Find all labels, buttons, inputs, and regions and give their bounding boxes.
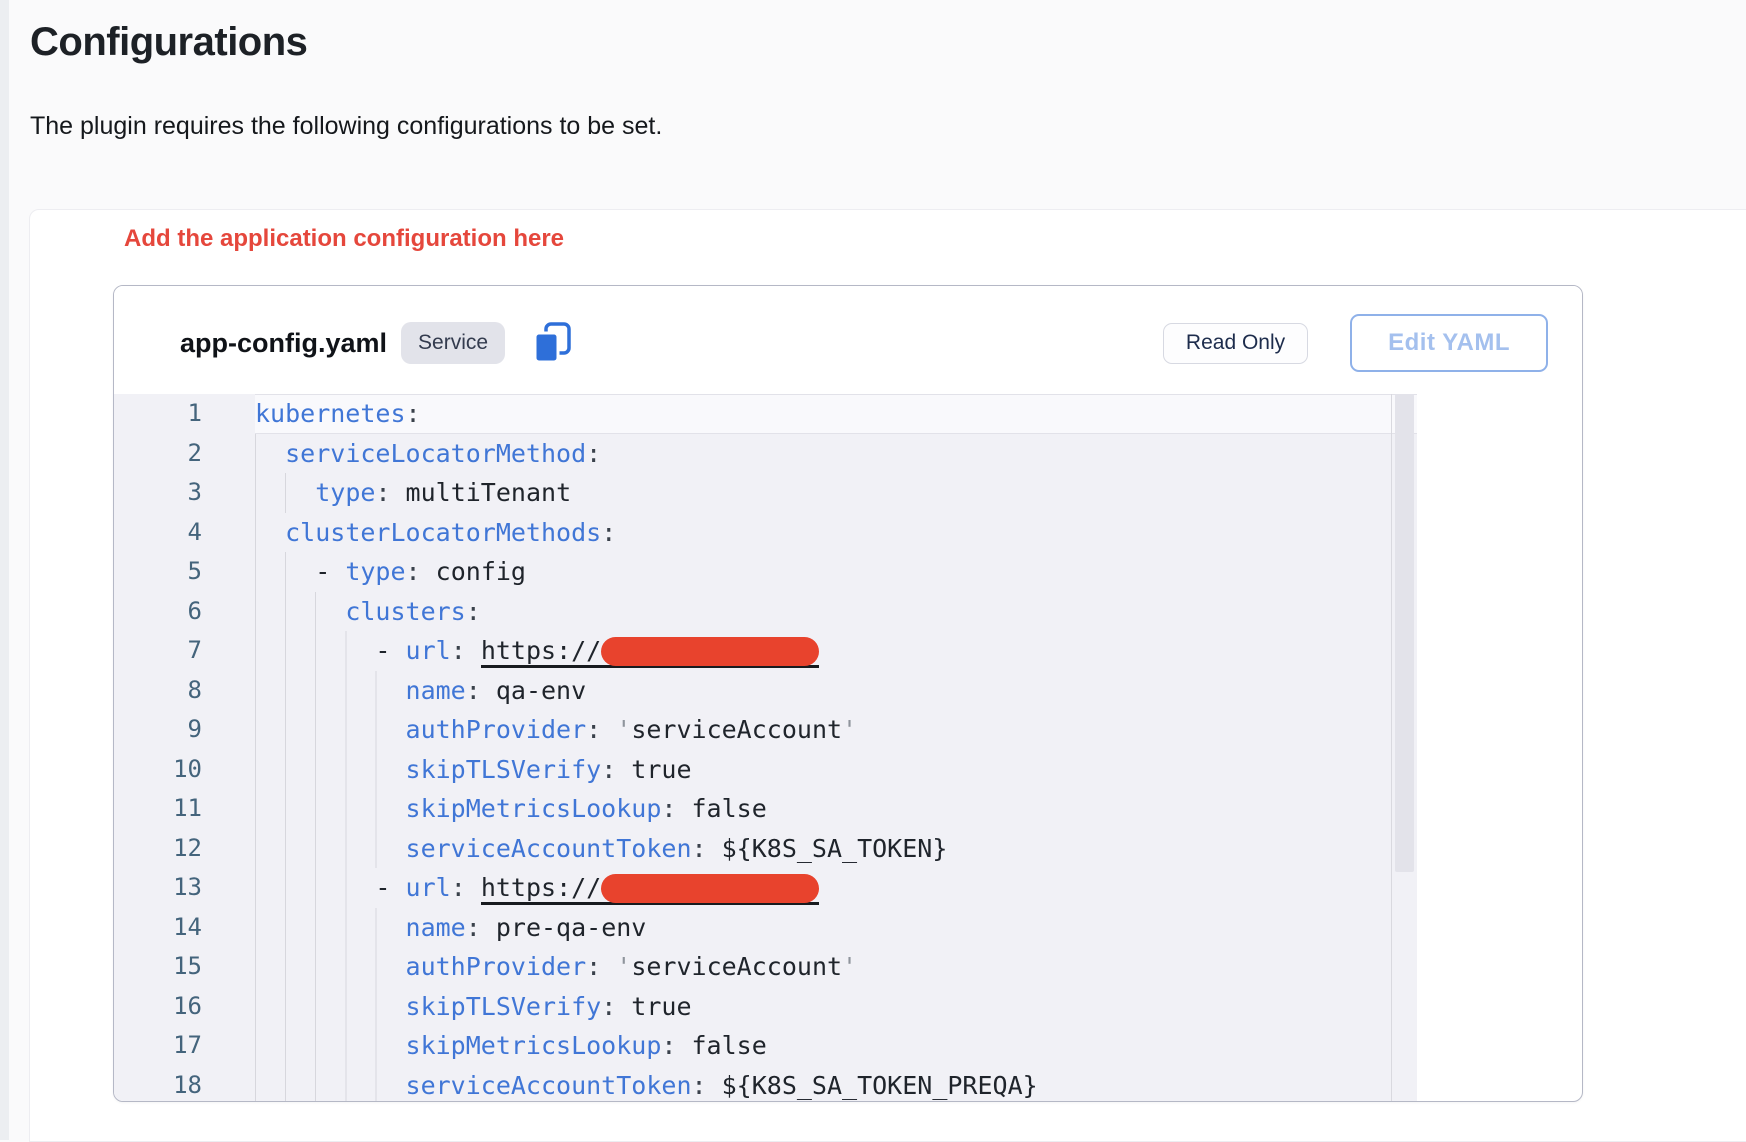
code-line-content: skipTLSVerify: true — [255, 750, 1417, 790]
code-line-content: name: pre-qa-env — [255, 908, 1417, 948]
filename-label: app-config.yaml — [180, 328, 387, 359]
yaml-editor-card: app-config.yaml Service Read Only Edit Y… — [113, 285, 1583, 1102]
code-line-content: serviceLocatorMethod: — [255, 434, 1417, 474]
code-line-content: kubernetes: — [255, 394, 1417, 434]
code-line-content: - url: https:// — [255, 868, 1417, 908]
code-line: 5 - type: config — [114, 552, 1417, 592]
copy-icon-glyph — [533, 321, 573, 365]
code-line: 12 serviceAccountToken: ${K8S_SA_TOKEN} — [114, 829, 1417, 869]
read-only-button[interactable]: Read Only — [1163, 323, 1308, 364]
line-number: 6 — [114, 592, 255, 632]
code-line: 15 authProvider: 'serviceAccount' — [114, 947, 1417, 987]
code-line-content: skipMetricsLookup: false — [255, 1026, 1417, 1066]
yaml-code-viewer[interactable]: 1kubernetes:2 serviceLocatorMethod:3 typ… — [114, 394, 1417, 1101]
code-line: 18 serviceAccountToken: ${K8S_SA_TOKEN_P… — [114, 1066, 1417, 1102]
line-number: 7 — [114, 631, 255, 671]
line-number: 5 — [114, 552, 255, 592]
code-line-content: type: multiTenant — [255, 473, 1417, 513]
code-line-content: - url: https:// — [255, 631, 1417, 671]
yaml-editor-header: app-config.yaml Service Read Only Edit Y… — [114, 286, 1582, 394]
code-line: 7 - url: https:// — [114, 631, 1417, 671]
code-line: 13 - url: https:// — [114, 868, 1417, 908]
code-line: 1kubernetes: — [114, 394, 1417, 434]
line-number: 14 — [114, 908, 255, 948]
code-line: 10 skipTLSVerify: true — [114, 750, 1417, 790]
service-badge: Service — [401, 322, 505, 364]
code-line: 8 name: qa-env — [114, 671, 1417, 711]
line-number: 18 — [114, 1066, 255, 1102]
code-line-content: clusterLocatorMethods: — [255, 513, 1417, 553]
code-line-content: skipTLSVerify: true — [255, 987, 1417, 1027]
code-line: 11 skipMetricsLookup: false — [114, 789, 1417, 829]
line-number: 9 — [114, 710, 255, 750]
editor-scrollbar-thumb[interactable] — [1395, 394, 1414, 872]
cluster-url-link: https:// — [481, 873, 820, 905]
code-line-content: clusters: — [255, 592, 1417, 632]
code-line-content: serviceAccountToken: ${K8S_SA_TOKEN} — [255, 829, 1417, 869]
redacted-url — [601, 874, 819, 903]
code-line: 2 serviceLocatorMethod: — [114, 434, 1417, 474]
page-subtitle: The plugin requires the following config… — [30, 112, 662, 141]
editor-scrollbar-track[interactable] — [1391, 394, 1417, 1101]
line-number: 13 — [114, 868, 255, 908]
code-line: 3 type: multiTenant — [114, 473, 1417, 513]
cluster-url-link: https:// — [481, 636, 820, 668]
copy-icon[interactable] — [531, 320, 575, 366]
code-line: 16 skipTLSVerify: true — [114, 987, 1417, 1027]
code-line: 14 name: pre-qa-env — [114, 908, 1417, 948]
code-line: 6 clusters: — [114, 592, 1417, 632]
code-line-content: serviceAccountToken: ${K8S_SA_TOKEN_PREQ… — [255, 1066, 1417, 1102]
code-line-content: name: qa-env — [255, 671, 1417, 711]
line-number: 2 — [114, 434, 255, 474]
edit-yaml-button[interactable]: Edit YAML — [1350, 314, 1548, 372]
line-number: 11 — [114, 789, 255, 829]
content-panel: Add the application configuration here a… — [29, 209, 1746, 1142]
code-line: 17 skipMetricsLookup: false — [114, 1026, 1417, 1066]
code-line-content: - type: config — [255, 552, 1417, 592]
line-number: 3 — [114, 473, 255, 513]
code-line-content: skipMetricsLookup: false — [255, 789, 1417, 829]
page-title: Configurations — [30, 20, 307, 65]
code-line-content: authProvider: 'serviceAccount' — [255, 947, 1417, 987]
redacted-url — [601, 637, 819, 666]
line-number: 17 — [114, 1026, 255, 1066]
code-line: 4 clusterLocatorMethods: — [114, 513, 1417, 553]
config-callout: Add the application configuration here — [124, 225, 564, 253]
code-line: 9 authProvider: 'serviceAccount' — [114, 710, 1417, 750]
line-number: 4 — [114, 513, 255, 553]
line-number: 16 — [114, 987, 255, 1027]
page-left-gutter — [0, 0, 9, 1140]
line-number: 15 — [114, 947, 255, 987]
line-number: 8 — [114, 671, 255, 711]
code-line-content: authProvider: 'serviceAccount' — [255, 710, 1417, 750]
line-number: 12 — [114, 829, 255, 869]
line-number: 10 — [114, 750, 255, 790]
line-number: 1 — [114, 394, 255, 434]
